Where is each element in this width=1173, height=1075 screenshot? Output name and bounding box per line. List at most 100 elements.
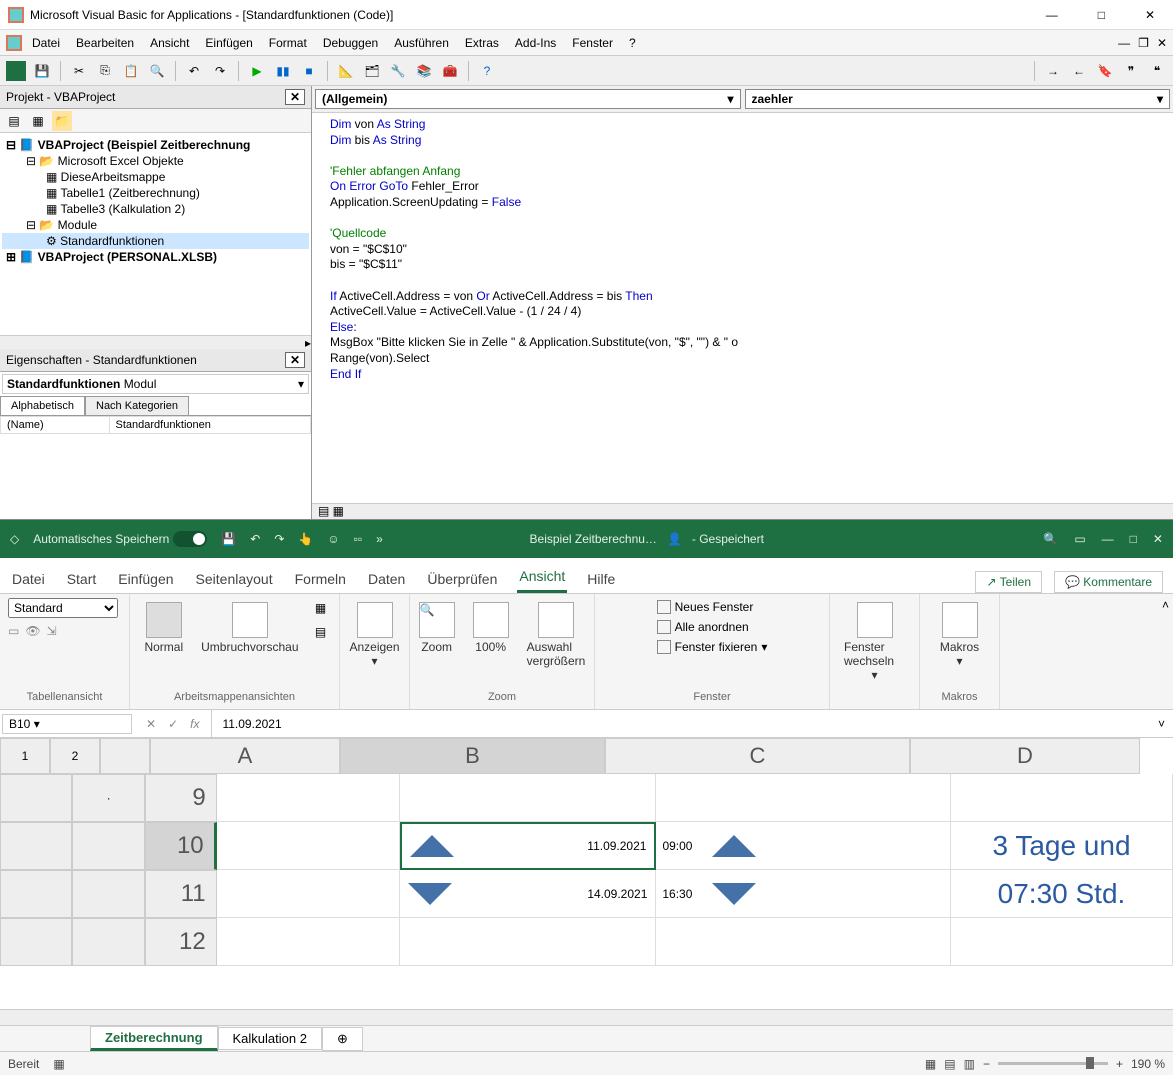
excel-maximize-button[interactable]: □ <box>1130 532 1137 546</box>
user-icon[interactable]: 👤 <box>667 532 682 546</box>
macro-record-icon[interactable]: ▦ <box>53 1057 64 1071</box>
paste-button[interactable]: 📋 <box>121 61 141 81</box>
search-icon[interactable]: 🔍 <box>1043 532 1058 546</box>
collapse-ribbon-icon[interactable]: ˄ <box>1162 598 1169 612</box>
exit-view-icon[interactable]: ⇲ <box>47 624 57 638</box>
outdent-button[interactable]: ← <box>1069 61 1089 81</box>
toolbox-button[interactable]: 🧰 <box>440 61 460 81</box>
view-pagelayout-icon[interactable]: ▤ <box>944 1057 955 1071</box>
menu-ansicht[interactable]: Ansicht <box>144 34 195 52</box>
tab-formeln[interactable]: Formeln <box>293 565 348 593</box>
cell-a10[interactable] <box>217 822 400 870</box>
uncomment-block-button[interactable]: ❝ <box>1147 61 1167 81</box>
cell-d11[interactable]: 07:30 Std. <box>951 870 1173 918</box>
properties-pane-close-button[interactable]: ✕ <box>285 352 305 368</box>
time-down-icon[interactable] <box>712 883 756 905</box>
row-head-11[interactable]: 11 <box>145 870 217 918</box>
cancel-formula-icon[interactable]: ✕ <box>146 717 156 731</box>
props-tab-alpha[interactable]: Alphabetisch <box>0 396 85 415</box>
cell-a11[interactable] <box>217 870 400 918</box>
cell-b10[interactable]: 11.09.2021 <box>400 822 656 870</box>
excel-icon[interactable] <box>6 61 26 81</box>
menu-bearbeiten[interactable]: Bearbeiten <box>70 34 140 52</box>
save-icon[interactable]: 💾 <box>221 532 236 546</box>
switch-windows-button[interactable]: Fenster wechseln▾ <box>838 598 911 686</box>
pagebreak-button[interactable]: Umbruchvorschau <box>195 598 304 658</box>
name-box[interactable]: B10 ▾ <box>2 714 132 734</box>
macros-button[interactable]: Makros▾ <box>934 598 985 672</box>
cell-c11[interactable]: 16:30 <box>656 870 951 918</box>
tab-datei[interactable]: Datei <box>10 565 47 593</box>
view-pagebreak-icon[interactable]: ▥ <box>964 1057 975 1071</box>
tab-einfuegen[interactable]: Einfügen <box>116 565 175 593</box>
tab-seitenlayout[interactable]: Seitenlayout <box>194 565 275 593</box>
excel-minimize-button[interactable]: — <box>1102 532 1114 546</box>
design-mode-button[interactable]: 📐 <box>336 61 356 81</box>
tree-project-2[interactable]: ⊞ 📘 VBAProject (PERSONAL.XLSB) <box>2 249 309 265</box>
touch-icon[interactable]: 👆 <box>298 532 313 546</box>
zoom-level[interactable]: 190 % <box>1131 1057 1165 1071</box>
tree-sheet-2[interactable]: ▦ Tabelle3 (Kalkulation 2) <box>2 201 309 217</box>
expand-icon[interactable]: » <box>376 532 383 546</box>
sheet-view-select[interactable]: Standard <box>8 598 118 618</box>
row-head-9[interactable]: 9 <box>145 774 217 822</box>
object-browser-button[interactable]: 📚 <box>414 61 434 81</box>
undo-icon[interactable]: ↶ <box>250 532 260 546</box>
prop-name-value[interactable]: Standardfunktionen <box>109 417 311 434</box>
tree-excel-objects[interactable]: ⊟ 📂 Microsoft Excel Objekte <box>2 153 309 169</box>
maximize-button[interactable]: □ <box>1088 4 1115 26</box>
normal-view-button[interactable]: Normal <box>138 598 189 658</box>
ribbon-display-icon[interactable]: ▭ <box>1074 532 1085 546</box>
keep-view-icon[interactable]: ▭ <box>8 624 19 638</box>
date-down-icon[interactable] <box>408 883 452 905</box>
row-head-10[interactable]: 10 <box>145 822 217 870</box>
add-sheet-button[interactable]: ⊕ <box>322 1027 363 1051</box>
help-button[interactable]: ? <box>477 61 497 81</box>
time-up-icon[interactable] <box>712 835 756 857</box>
menu-addins[interactable]: Add-Ins <box>509 34 562 52</box>
tab-ansicht[interactable]: Ansicht <box>517 562 567 593</box>
arrange-all-button[interactable]: Alle anordnen <box>653 618 772 636</box>
tree-workbook[interactable]: ▦ DieseArbeitsmappe <box>2 169 309 185</box>
anzeigen-button[interactable]: Anzeigen▾ <box>343 598 405 672</box>
date-up-icon[interactable] <box>410 835 454 857</box>
view-code-button[interactable]: ▤ <box>4 111 24 131</box>
pagelayout-icon[interactable]: ▦ <box>311 598 331 618</box>
eye-icon[interactable]: 👁 <box>25 624 40 638</box>
worksheet[interactable]: 1 2 A B C D · 9 10 11.09.2021 09:00 <box>0 738 1173 1009</box>
custom-views-icon[interactable]: ▤ <box>311 622 331 642</box>
close-button[interactable]: ✕ <box>1135 4 1165 26</box>
menu-datei[interactable]: Datei <box>26 34 66 52</box>
project-pane-close-button[interactable]: ✕ <box>285 89 305 105</box>
col-head-c[interactable]: C <box>605 738 910 774</box>
quickaccess-icon[interactable]: ◇ <box>10 532 19 546</box>
zoom-in-button[interactable]: + <box>1116 1057 1123 1071</box>
procedure-combo[interactable]: zaehler▾ <box>745 89 1171 109</box>
code-editor[interactable]: Dim von As StringDim bis As String 'Fehl… <box>312 113 1173 503</box>
project-tree[interactable]: ⊟ 📘 VBAProject (Beispiel Zeitberechnung … <box>0 133 311 335</box>
indent-button[interactable]: → <box>1043 61 1063 81</box>
mdi-restore-button[interactable]: ❐ <box>1138 36 1149 50</box>
menu-extras[interactable]: Extras <box>459 34 505 52</box>
cell-d10[interactable]: 3 Tage und <box>951 822 1173 870</box>
menu-einfuegen[interactable]: Einfügen <box>199 34 258 52</box>
tab-start[interactable]: Start <box>65 565 99 593</box>
toggle-folders-button[interactable]: 📁 <box>52 111 72 131</box>
tab-ueberpruefen[interactable]: Überprüfen <box>425 565 499 593</box>
zoom-100-button[interactable]: 100% <box>467 598 515 658</box>
save-button[interactable]: 💾 <box>32 61 52 81</box>
sheet-tab-zeitberechnung[interactable]: Zeitberechnung <box>90 1026 218 1051</box>
find-button[interactable]: 🔍 <box>147 61 167 81</box>
row-head-12[interactable]: 12 <box>145 918 217 966</box>
cut-button[interactable]: ✂ <box>69 61 89 81</box>
col-head-a[interactable]: A <box>150 738 340 774</box>
menu-fenster[interactable]: Fenster <box>566 34 619 52</box>
bookmark-button[interactable]: 🔖 <box>1095 61 1115 81</box>
redo-button[interactable]: ↷ <box>210 61 230 81</box>
project-explorer-button[interactable]: 🗂 <box>362 61 382 81</box>
properties-button[interactable]: 🔧 <box>388 61 408 81</box>
smiley-icon[interactable]: ☺ <box>327 532 339 546</box>
accept-formula-icon[interactable]: ✓ <box>168 717 178 731</box>
group-col-2[interactable]: 2 <box>50 738 100 774</box>
tree-module-standardfunktionen[interactable]: ⚙ Standardfunktionen <box>2 233 309 249</box>
